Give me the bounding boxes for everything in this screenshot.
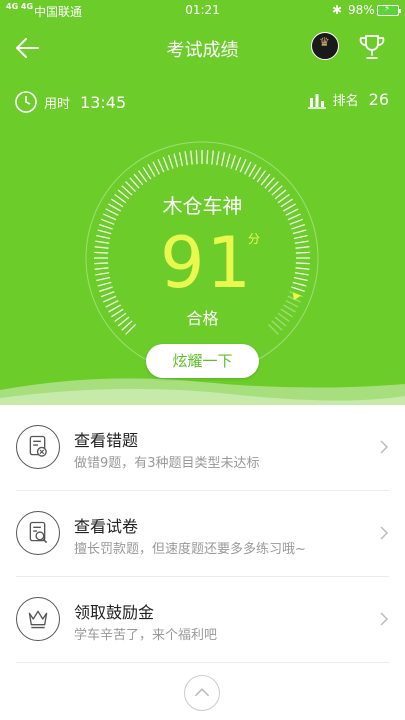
gauge-tick <box>292 229 307 235</box>
gauge-tick <box>100 218 115 225</box>
gauge-tick <box>99 286 113 292</box>
gauge-marker <box>292 292 302 301</box>
gauge-tick <box>230 155 236 169</box>
gauge-tick <box>103 295 117 303</box>
gauge-tick <box>293 234 308 240</box>
gauge-tick <box>157 159 165 173</box>
list-item-review-paper[interactable]: 查看试卷 擅长罚款题，但速度题还要多多练习哦~ <box>16 491 389 577</box>
share-button[interactable]: 炫耀一下 <box>146 344 259 378</box>
gauge-tick <box>292 281 307 287</box>
gauge-tick <box>96 276 111 282</box>
gauge-tick <box>178 152 184 167</box>
score-unit: 分 <box>248 232 261 246</box>
gauge-tick <box>291 224 305 230</box>
gauge-tick <box>216 151 220 166</box>
item-title: 查看试卷 <box>74 517 139 536</box>
gauge-tick <box>100 291 115 298</box>
avatar[interactable] <box>311 32 339 60</box>
rank-info: 排名 26 <box>307 90 389 109</box>
gauge-tick <box>95 272 110 276</box>
list-item-reward[interactable]: 领取鼓励金 学车辛苦了，来个福利吧 <box>16 577 389 663</box>
gauge-tick <box>252 167 262 180</box>
gauge-tick <box>97 229 112 235</box>
gauge-tick <box>190 150 193 165</box>
gauge-tick <box>184 151 188 166</box>
gauge-tick <box>294 240 309 244</box>
wrong-answers-icon <box>16 425 60 469</box>
gauge-tick <box>95 240 110 244</box>
gauge-tick <box>94 262 109 265</box>
gauge-tick <box>94 251 109 254</box>
gauge-tick <box>162 156 169 171</box>
gauge-tick <box>294 272 309 276</box>
battery-percent: 98% <box>348 3 375 17</box>
gauge-tick <box>173 153 179 168</box>
gauge-tick <box>295 262 310 265</box>
gauge-tick <box>291 286 305 292</box>
gauge-tick <box>94 267 109 270</box>
chevron-right-icon <box>380 612 389 626</box>
nav-bar: 考试成绩 <box>0 26 405 70</box>
gauge-tick <box>99 224 113 230</box>
gauge-tick <box>225 153 231 168</box>
score-value: 91 <box>160 222 254 304</box>
result-header: 4G 4G 中国联通 01:21 ✱ 98% ⚡ 考试成绩 用时 13:45 <box>0 0 405 405</box>
gauge-tick <box>295 246 310 249</box>
gauge-tick <box>239 159 247 173</box>
gauge-tick <box>195 150 198 165</box>
item-title: 查看错题 <box>74 431 139 450</box>
gauge-tick <box>211 150 214 165</box>
gauge-tick <box>293 276 308 282</box>
time-label: 用时 <box>44 96 71 112</box>
gauge-tick <box>235 156 242 171</box>
rank-label: 排名 <box>332 94 359 109</box>
item-subtitle: 做错9题，有3种题目类型未达标 <box>74 456 260 471</box>
clock-icon <box>15 91 37 113</box>
action-list: 查看错题 做错9题，有3种题目类型未达标 查看试卷 擅长罚款题，但速度题还要多多… <box>0 405 405 663</box>
gauge-tick <box>168 155 174 169</box>
trophy-icon[interactable] <box>357 32 387 62</box>
item-subtitle: 擅长罚款题，但速度题还要多多练习哦~ <box>74 542 306 557</box>
gauge-tick <box>96 234 111 240</box>
list-item-wrong-answers[interactable]: 查看错题 做错9题，有3种题目类型未达标 <box>16 405 389 491</box>
page-title: 考试成绩 <box>166 40 239 61</box>
gauge-tick <box>248 164 257 177</box>
rank-value: 26 <box>368 90 389 109</box>
expand-up-button[interactable] <box>184 675 220 711</box>
gauge-tick <box>147 164 156 177</box>
gauge-tick <box>152 161 160 175</box>
time-used: 用时 13:45 <box>14 90 126 114</box>
clock: 01:21 <box>185 3 220 17</box>
bar-chart-icon <box>307 93 326 109</box>
bluetooth-icon: ✱ <box>332 3 343 17</box>
crown-reward-icon <box>16 597 60 641</box>
status-bar: 4G 4G 中国联通 01:21 ✱ 98% ⚡ <box>0 0 405 22</box>
gauge-tick <box>295 251 310 254</box>
nickname: 木仓车神 <box>162 194 243 218</box>
gauge-tick <box>97 281 112 287</box>
gauge-tick <box>206 150 209 165</box>
gauge-tick <box>295 267 310 270</box>
chevron-right-icon <box>380 440 389 454</box>
gauge-tick <box>94 246 109 249</box>
gauge-tick <box>220 152 226 167</box>
chevron-right-icon <box>380 526 389 540</box>
gauge-tick <box>289 218 304 225</box>
gauge-tick <box>142 167 152 180</box>
gauge-tick <box>244 161 252 175</box>
time-value: 13:45 <box>80 92 127 112</box>
item-title: 领取鼓励金 <box>74 603 155 622</box>
battery-icon: ⚡ <box>377 4 401 16</box>
item-subtitle: 学车辛苦了，来个福利吧 <box>74 628 218 643</box>
review-paper-icon <box>16 511 60 555</box>
pass-status: 合格 <box>186 309 219 328</box>
